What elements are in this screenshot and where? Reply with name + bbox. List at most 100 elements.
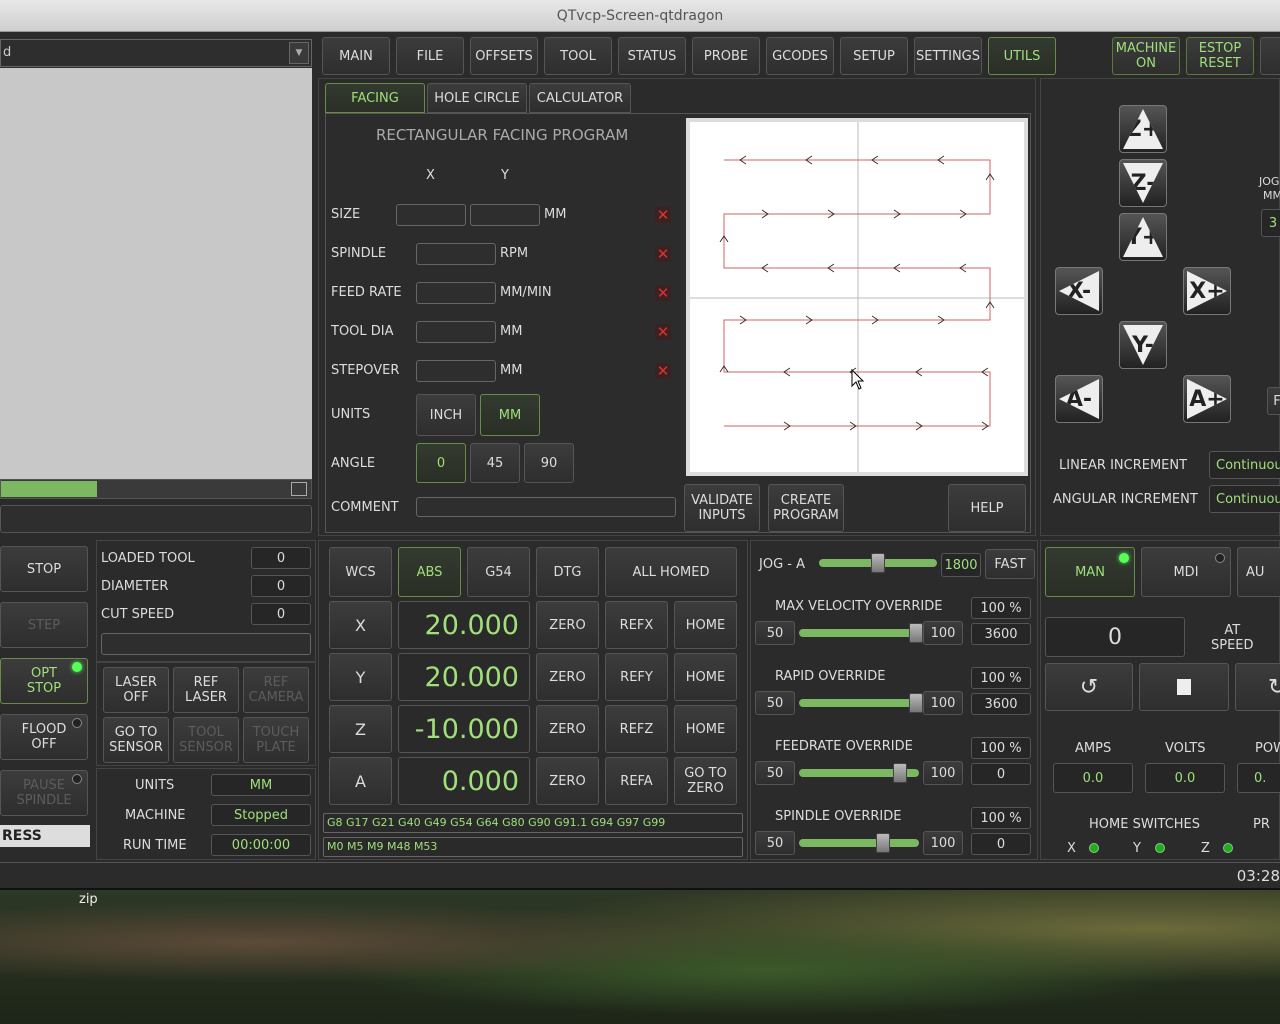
angle-90-button[interactable]: 90 xyxy=(524,443,574,483)
dtg-button[interactable]: DTG xyxy=(536,547,599,597)
refx-button[interactable]: REFX xyxy=(605,601,668,649)
tab-hole-circle[interactable]: HOLE CIRCLE xyxy=(427,83,527,113)
angle-45-button[interactable]: 45 xyxy=(470,443,520,483)
machine-on-button[interactable]: MACHINE ON xyxy=(1112,37,1180,75)
tab-facing[interactable]: FACING xyxy=(325,83,425,113)
zero-y-button[interactable]: ZERO xyxy=(536,653,599,701)
feedrate-override-min-button[interactable]: 50 xyxy=(755,761,795,785)
inch-button[interactable]: INCH xyxy=(416,394,476,436)
desktop-icon-label[interactable]: zip xyxy=(79,892,98,907)
rapid-override-slider-track[interactable] xyxy=(799,699,919,707)
file-path-field[interactable] xyxy=(0,505,312,533)
path-combobox[interactable]: d ▼ xyxy=(0,39,312,67)
refa-button[interactable]: REFA xyxy=(605,757,668,805)
feedrate-override-max-button[interactable]: 100 xyxy=(923,761,963,785)
spindle-forward-button[interactable]: ↻ xyxy=(1235,663,1280,711)
jog-x-plus-button[interactable]: X+ xyxy=(1183,267,1231,315)
axis-a-label[interactable]: A xyxy=(329,757,392,805)
zero-x-button[interactable]: ZERO xyxy=(536,601,599,649)
mm-button[interactable]: MM xyxy=(480,394,540,436)
create-program-button[interactable]: CREATE PROGRAM xyxy=(768,484,844,532)
zero-z-button[interactable]: ZERO xyxy=(536,705,599,753)
stepover-input[interactable] xyxy=(416,360,496,382)
tab-setup[interactable]: SETUP xyxy=(840,37,908,75)
linear-increment-select[interactable]: Continuou xyxy=(1209,451,1280,479)
zero-a-button[interactable]: ZERO xyxy=(536,757,599,805)
tab-tool[interactable]: TOOL xyxy=(544,37,612,75)
ref-camera-button[interactable]: REF CAMERA xyxy=(243,667,309,713)
rapid-override-max-button[interactable]: 100 xyxy=(923,691,963,715)
angular-increment-select[interactable]: Continuou xyxy=(1209,485,1280,513)
tab-offsets[interactable]: OFFSETS xyxy=(470,37,538,75)
stop-button[interactable]: STOP xyxy=(0,546,88,592)
jog-rate-value[interactable]: 3 xyxy=(1261,209,1280,237)
laser-off-button[interactable]: LASER OFF xyxy=(103,667,169,713)
help-button[interactable]: HELP xyxy=(948,484,1026,532)
tab-settings[interactable]: SETTINGS xyxy=(914,37,982,75)
angle-0-button[interactable]: 0 xyxy=(416,443,466,483)
scrollbar-corner[interactable] xyxy=(291,482,307,496)
spindle-input[interactable] xyxy=(416,243,496,265)
max-velocity-override-min-button[interactable]: 50 xyxy=(755,621,795,645)
spindle-override-slider-handle[interactable] xyxy=(876,833,890,853)
jog-a-minus-button[interactable]: A- xyxy=(1055,375,1103,423)
refz-button[interactable]: REFZ xyxy=(605,705,668,753)
touch-plate-button[interactable]: TOUCH PLATE xyxy=(243,717,309,763)
jog-z-plus-button[interactable]: Z+ xyxy=(1119,105,1167,153)
tab-status[interactable]: STATUS xyxy=(618,37,686,75)
axis-z-label[interactable]: Z xyxy=(329,705,392,753)
estop-reset-button[interactable]: ESTOP RESET xyxy=(1186,37,1254,75)
tab-calculator[interactable]: CALCULATOR xyxy=(529,83,631,113)
axis-y-label[interactable]: Y xyxy=(329,653,392,701)
spindle-reverse-button[interactable]: ↺ xyxy=(1045,663,1133,711)
spindle-override-slider-track[interactable] xyxy=(799,839,919,847)
size-x-input[interactable] xyxy=(396,204,466,226)
feed-rate-input[interactable] xyxy=(416,282,496,304)
wcs-button[interactable]: WCS xyxy=(329,547,392,597)
max-velocity-override-slider-handle[interactable] xyxy=(909,623,923,643)
home-x-button[interactable]: HOME xyxy=(674,601,737,649)
tab-overflow[interactable] xyxy=(1260,37,1280,75)
spindle-stop-button[interactable] xyxy=(1139,663,1229,711)
abs-button[interactable]: ABS xyxy=(398,547,461,597)
jog-y-minus-button[interactable]: Y- xyxy=(1119,321,1167,369)
jog-y-plus-button[interactable]: Y+ xyxy=(1119,213,1167,261)
file-list[interactable] xyxy=(0,68,312,480)
max-velocity-override-max-button[interactable]: 100 xyxy=(923,621,963,645)
max-velocity-override-slider-track[interactable] xyxy=(799,629,919,637)
horizontal-scrollbar[interactable] xyxy=(0,479,312,499)
tab-probe[interactable]: PROBE xyxy=(692,37,760,75)
spindle-override-min-button[interactable]: 50 xyxy=(755,831,795,855)
fast-button[interactable]: FAST xyxy=(985,549,1035,579)
rapid-override-min-button[interactable]: 50 xyxy=(755,691,795,715)
jog-z-minus-button[interactable]: Z- xyxy=(1119,159,1167,207)
validate-inputs-button[interactable]: VALIDATE INPUTS xyxy=(684,484,760,532)
chevron-down-icon[interactable]: ▼ xyxy=(289,42,309,64)
refy-button[interactable]: REFY xyxy=(605,653,668,701)
jog-a-slider-handle[interactable] xyxy=(871,553,885,573)
tab-gcodes[interactable]: GCODES xyxy=(766,37,834,75)
go-to-sensor-button[interactable]: GO TO SENSOR xyxy=(103,717,169,763)
g54-button[interactable]: G54 xyxy=(467,547,530,597)
tool-sensor-button[interactable]: TOOL SENSOR xyxy=(173,717,239,763)
jog-a-plus-button[interactable]: A+ xyxy=(1183,375,1231,423)
all-homed-button[interactable]: ALL HOMED xyxy=(605,547,737,597)
tab-utils[interactable]: UTILS xyxy=(988,37,1056,75)
auto-mode-button[interactable]: AU xyxy=(1237,547,1280,597)
tool-dia-input[interactable] xyxy=(416,321,496,343)
go-to-zero-button[interactable]: GO TO ZERO xyxy=(674,757,737,805)
rapid-override-slider-handle[interactable] xyxy=(909,693,923,713)
comment-input[interactable] xyxy=(416,497,676,517)
home-y-button[interactable]: HOME xyxy=(674,653,737,701)
jog-x-minus-button[interactable]: X- xyxy=(1055,267,1103,315)
feedrate-override-slider-handle[interactable] xyxy=(893,763,907,783)
step-button[interactable]: STEP xyxy=(0,602,88,648)
axis-x-label[interactable]: X xyxy=(329,601,392,649)
scrollbar-handle[interactable] xyxy=(1,481,97,497)
size-y-input[interactable] xyxy=(470,204,540,226)
ref-laser-button[interactable]: REF LASER xyxy=(173,667,239,713)
tab-main[interactable]: MAIN xyxy=(322,37,390,75)
spindle-override-max-button[interactable]: 100 xyxy=(923,831,963,855)
home-z-button[interactable]: HOME xyxy=(674,705,737,753)
tab-file[interactable]: FILE xyxy=(396,37,464,75)
